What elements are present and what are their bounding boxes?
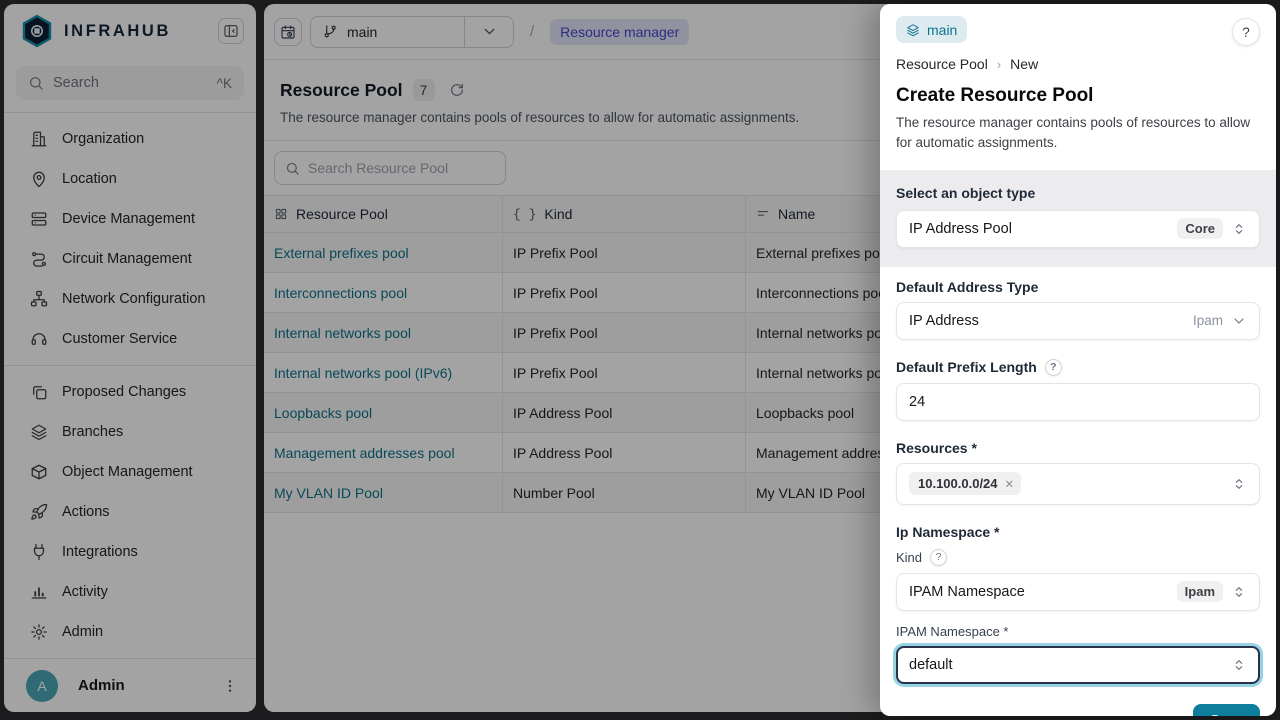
object-type-select[interactable]: IP Address Pool Core — [896, 210, 1260, 248]
chevrons-up-down-icon — [1231, 476, 1247, 492]
resources-multiselect[interactable]: 10.100.0.0/24 ✕ — [896, 463, 1260, 505]
field-ip-namespace: Ip Namespace * Kind ? IPAM Namespace Ipa… — [896, 524, 1260, 684]
help-button[interactable]: ? — [1232, 18, 1260, 46]
namespace-badge: Ipam — [1177, 581, 1223, 602]
default-address-type-select[interactable]: IP Address Ipam — [896, 302, 1260, 340]
branch-badge-label: main — [927, 22, 957, 38]
resource-chip: 10.100.0.0/24 ✕ — [909, 472, 1021, 495]
ipam-namespace-label: IPAM Namespace * — [896, 624, 1260, 639]
namespace-badge: Core — [1177, 218, 1223, 239]
kind-select[interactable]: IPAM Namespace Ipam — [896, 573, 1260, 611]
save-button[interactable]: Save — [1193, 704, 1260, 717]
breadcrumb-current: New — [1010, 56, 1038, 72]
kind-hint: Ipam — [1193, 313, 1223, 328]
default-prefix-length-input[interactable]: 24 — [896, 383, 1260, 421]
field-default-prefix-length: Default Prefix Length ? 24 — [896, 359, 1260, 421]
help-icon[interactable]: ? — [930, 549, 947, 566]
drawer-form: Default Address Type IP Address Ipam Def… — [880, 267, 1276, 717]
drawer-title: Create Resource Pool — [896, 85, 1260, 107]
chevrons-up-down-icon — [1231, 221, 1247, 237]
layers-icon — [906, 23, 920, 37]
field-label: Resources * — [896, 440, 1260, 456]
object-type-label: Select an object type — [896, 185, 1260, 201]
remove-chip-icon[interactable]: ✕ — [1005, 477, 1015, 491]
branch-badge: main — [896, 16, 967, 43]
field-label: Default Address Type — [896, 279, 1260, 295]
object-type-value: IP Address Pool — [909, 221, 1169, 237]
ipam-namespace-select[interactable]: default — [896, 646, 1260, 684]
drawer-description: The resource manager contains pools of r… — [896, 113, 1260, 154]
field-label: Default Prefix Length — [896, 359, 1037, 375]
chevron-down-icon — [1231, 313, 1247, 329]
drawer-header: main ? Resource Pool › New Create Resour… — [880, 4, 1276, 170]
chevrons-up-down-icon — [1231, 584, 1247, 600]
chevrons-up-down-icon — [1231, 657, 1247, 673]
breadcrumb-parent[interactable]: Resource Pool — [896, 56, 988, 72]
field-resources: Resources * 10.100.0.0/24 ✕ — [896, 440, 1260, 505]
chevron-right-icon: › — [997, 57, 1001, 72]
field-label: Ip Namespace * — [896, 524, 1260, 540]
create-resource-pool-drawer: main ? Resource Pool › New Create Resour… — [880, 4, 1276, 716]
drawer-breadcrumb: Resource Pool › New — [896, 56, 1260, 72]
kind-label: Kind — [896, 550, 922, 565]
field-default-address-type: Default Address Type IP Address Ipam — [896, 279, 1260, 340]
default-prefix-length-value: 24 — [909, 394, 1247, 410]
object-type-section: Select an object type IP Address Pool Co… — [880, 170, 1276, 267]
resource-chip-label: 10.100.0.0/24 — [918, 476, 998, 491]
help-icon[interactable]: ? — [1045, 359, 1062, 376]
